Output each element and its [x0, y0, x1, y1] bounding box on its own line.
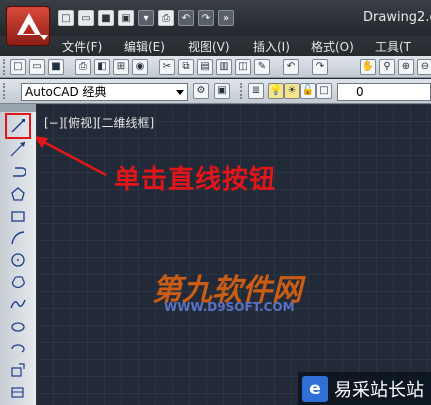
- draw-toolbar: [0, 104, 36, 405]
- chevron-down-icon: [176, 90, 184, 95]
- more-icon[interactable]: »: [218, 10, 234, 26]
- menu-tools[interactable]: 工具(T: [375, 38, 411, 55]
- menu-edit[interactable]: 编辑(E): [124, 38, 165, 55]
- zoom-realtime-icon[interactable]: ⚲: [379, 59, 395, 75]
- polyline-icon[interactable]: [8, 162, 28, 182]
- revision-cloud-icon[interactable]: [8, 272, 28, 292]
- open-icon[interactable]: ▭: [78, 10, 94, 26]
- design-web-icon[interactable]: ◉: [132, 59, 148, 75]
- arc-icon[interactable]: [8, 228, 28, 248]
- instruction-annotation: 单击直线按钮: [114, 165, 277, 195]
- site-logo: e 易采站长站: [298, 372, 431, 405]
- new-icon[interactable]: □: [58, 10, 74, 26]
- ellipse-arc-icon[interactable]: [8, 338, 28, 358]
- cut-icon[interactable]: ✂: [159, 59, 175, 75]
- watermark-url: WWW.D9SOFT.COM: [164, 300, 295, 314]
- toolbar-grip[interactable]: [3, 59, 7, 75]
- gear-icon[interactable]: ⚙: [193, 83, 209, 99]
- menu-bar: 文件(F) 编辑(E) 视图(V) 插入(I) 格式(O) 工具(T: [0, 36, 431, 56]
- copy-icon[interactable]: ⧉: [178, 59, 194, 75]
- insert-block-icon[interactable]: [8, 360, 28, 380]
- undo-icon[interactable]: ↶: [283, 59, 299, 75]
- workspace-select-value: AutoCAD 经典: [25, 85, 107, 99]
- save-icon[interactable]: ■: [48, 59, 64, 75]
- zoom-previous-icon[interactable]: ⊖: [417, 59, 431, 75]
- circle-icon[interactable]: [8, 250, 28, 270]
- quick-access-toolbar: □ ▭ ■ ▣ ▾ ⎙ ↶ ↷ »: [58, 8, 234, 28]
- application-menu-button[interactable]: [6, 6, 50, 46]
- zoom-window-icon[interactable]: ⊕: [398, 59, 414, 75]
- layer-select[interactable]: 0: [337, 83, 431, 101]
- chevron-down-icon: [40, 35, 48, 40]
- standard-toolbar: □ ▭ ■ ⎙ ◧ ⊞ ◉ ✂ ⧉ ▤ ▥ ◫ ✎ ↶ ↷ ✋ ⚲ ⊕ ⊖: [0, 56, 431, 78]
- menu-format[interactable]: 格式(O): [311, 38, 354, 55]
- match-properties-icon[interactable]: ▥: [216, 59, 232, 75]
- viewport-controls-label[interactable]: [−][俯视][二维线框]: [44, 114, 154, 131]
- construction-line-icon[interactable]: [8, 139, 28, 159]
- sun-icon: ☀: [284, 83, 300, 99]
- print-icon[interactable]: ⎙: [75, 59, 91, 75]
- paste-icon[interactable]: ▤: [197, 59, 213, 75]
- plot-preview-icon[interactable]: ◧: [94, 59, 110, 75]
- toolbar-grip[interactable]: [240, 83, 244, 99]
- workspace-select[interactable]: AutoCAD 经典: [21, 83, 188, 101]
- undo-icon[interactable]: ↶: [178, 10, 194, 26]
- line-button-highlight: [5, 113, 31, 139]
- redo-icon[interactable]: ↷: [198, 10, 214, 26]
- new-icon[interactable]: □: [10, 59, 26, 75]
- print-icon[interactable]: ⎙: [158, 10, 174, 26]
- annotation-arrow: [34, 136, 107, 177]
- lightbulb-icon: 💡: [268, 83, 284, 99]
- publish-icon[interactable]: ⊞: [113, 59, 129, 75]
- autocad-window: { "window": {"title": "Drawing2.d"}, "me…: [0, 0, 431, 405]
- workspace-settings-icon[interactable]: ▣: [214, 83, 230, 99]
- site-logo-text: 易采站长站: [334, 379, 424, 401]
- open-icon[interactable]: ▭: [29, 59, 45, 75]
- lock-icon: 🔓: [300, 83, 316, 99]
- rectangle-icon[interactable]: [8, 206, 28, 226]
- menu-file[interactable]: 文件(F): [62, 38, 102, 55]
- redo-icon[interactable]: ↷: [312, 59, 328, 75]
- toolbar-grip[interactable]: [0, 104, 36, 112]
- polygon-icon[interactable]: [8, 184, 28, 204]
- window-title: Drawing2.d: [363, 10, 431, 25]
- pan-icon[interactable]: ✋: [360, 59, 376, 75]
- paintbrush-icon[interactable]: ✎: [254, 59, 270, 75]
- toolbar-grip[interactable]: [3, 83, 7, 99]
- menu-insert[interactable]: 插入(I): [253, 38, 290, 55]
- menu-view[interactable]: 视图(V): [188, 38, 230, 55]
- plot-preview-icon[interactable]: ▾: [138, 10, 154, 26]
- ellipse-icon[interactable]: [8, 316, 28, 336]
- layer-properties-icon[interactable]: ≣: [248, 83, 264, 99]
- color-swatch-icon: □: [316, 83, 332, 99]
- block-editor-icon[interactable]: ◫: [235, 59, 251, 75]
- layer-select-value: 0: [356, 85, 364, 99]
- spline-icon[interactable]: [8, 294, 28, 314]
- save-icon[interactable]: ■: [98, 10, 114, 26]
- save-as-icon[interactable]: ▣: [118, 10, 134, 26]
- make-block-icon[interactable]: [8, 382, 28, 402]
- site-logo-icon: e: [302, 375, 328, 402]
